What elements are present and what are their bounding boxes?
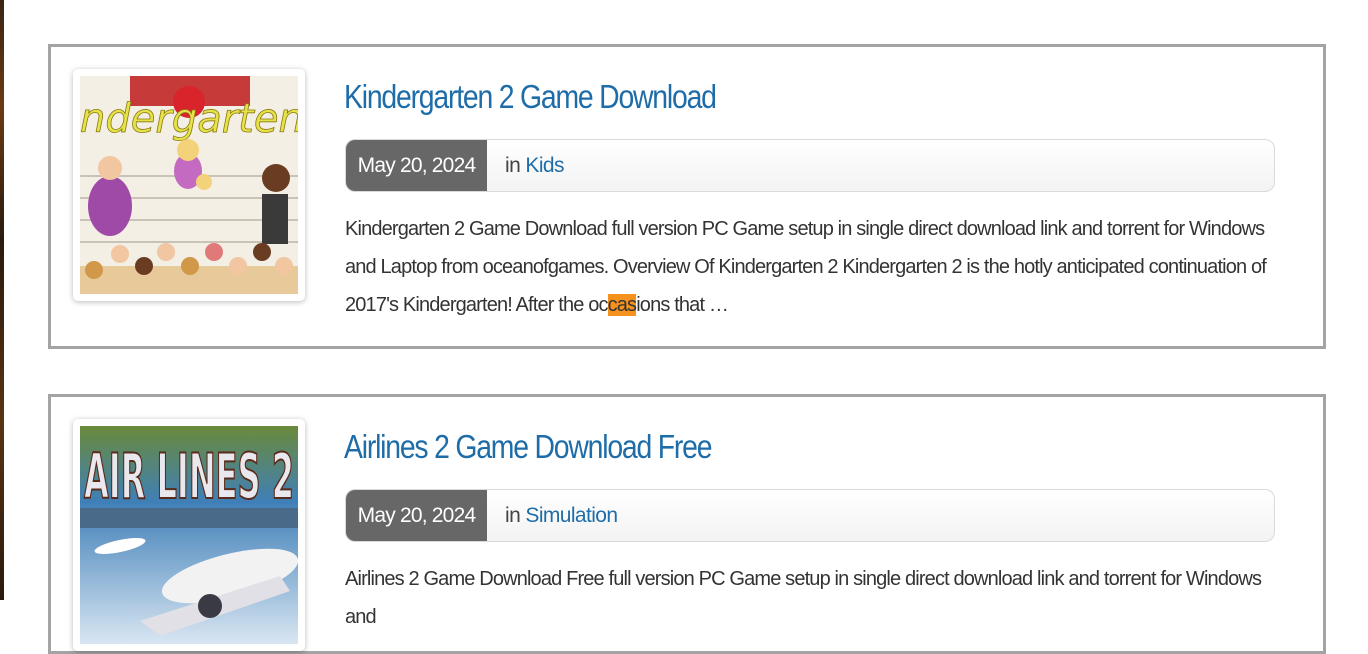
post-excerpt: Airlines 2 Game Download Free full versi… xyxy=(345,560,1285,636)
excerpt-text-end: ions that … xyxy=(636,294,729,316)
thumb-logo-text: AIR LINES 2 xyxy=(84,440,294,513)
post-meta: May 20, 2024 in Kids xyxy=(345,139,1275,192)
post-card: ndergarten Kindergarten 2 Game Download … xyxy=(48,44,1326,349)
post-category-wrap: in Kids xyxy=(505,140,564,191)
page-edge-decoration xyxy=(0,0,4,600)
category-link[interactable]: Kids xyxy=(525,154,564,177)
post-excerpt: Kindergarten 2 Game Download full versio… xyxy=(345,210,1285,324)
post-meta: May 20, 2024 in Simulation xyxy=(345,489,1275,542)
post-title-link[interactable]: Airlines 2 Game Download Free xyxy=(344,427,713,467)
thumb-logo-text: ndergarten xyxy=(80,96,298,142)
excerpt-text: Airlines 2 Game Download Free full versi… xyxy=(345,568,1262,628)
post-thumbnail[interactable]: AIR LINES 2 xyxy=(73,419,305,651)
post-date: May 20, 2024 xyxy=(346,140,487,191)
kindergarten-thumbnail-image: ndergarten xyxy=(80,76,298,294)
excerpt-text: Kindergarten 2 Game Download full versio… xyxy=(345,218,1267,316)
post-date: May 20, 2024 xyxy=(346,490,487,541)
post-card: AIR LINES 2 Airlines 2 Game Download Fre… xyxy=(48,394,1326,654)
in-label: in xyxy=(505,504,521,527)
post-category-wrap: in Simulation xyxy=(505,490,618,541)
in-label: in xyxy=(505,154,521,177)
post-title-link[interactable]: Kindergarten 2 Game Download xyxy=(344,77,717,117)
excerpt-highlight: cas xyxy=(607,294,637,316)
post-thumbnail[interactable]: ndergarten xyxy=(73,69,305,301)
airlines-thumbnail-image: AIR LINES 2 xyxy=(80,426,298,644)
category-link[interactable]: Simulation xyxy=(525,504,618,527)
